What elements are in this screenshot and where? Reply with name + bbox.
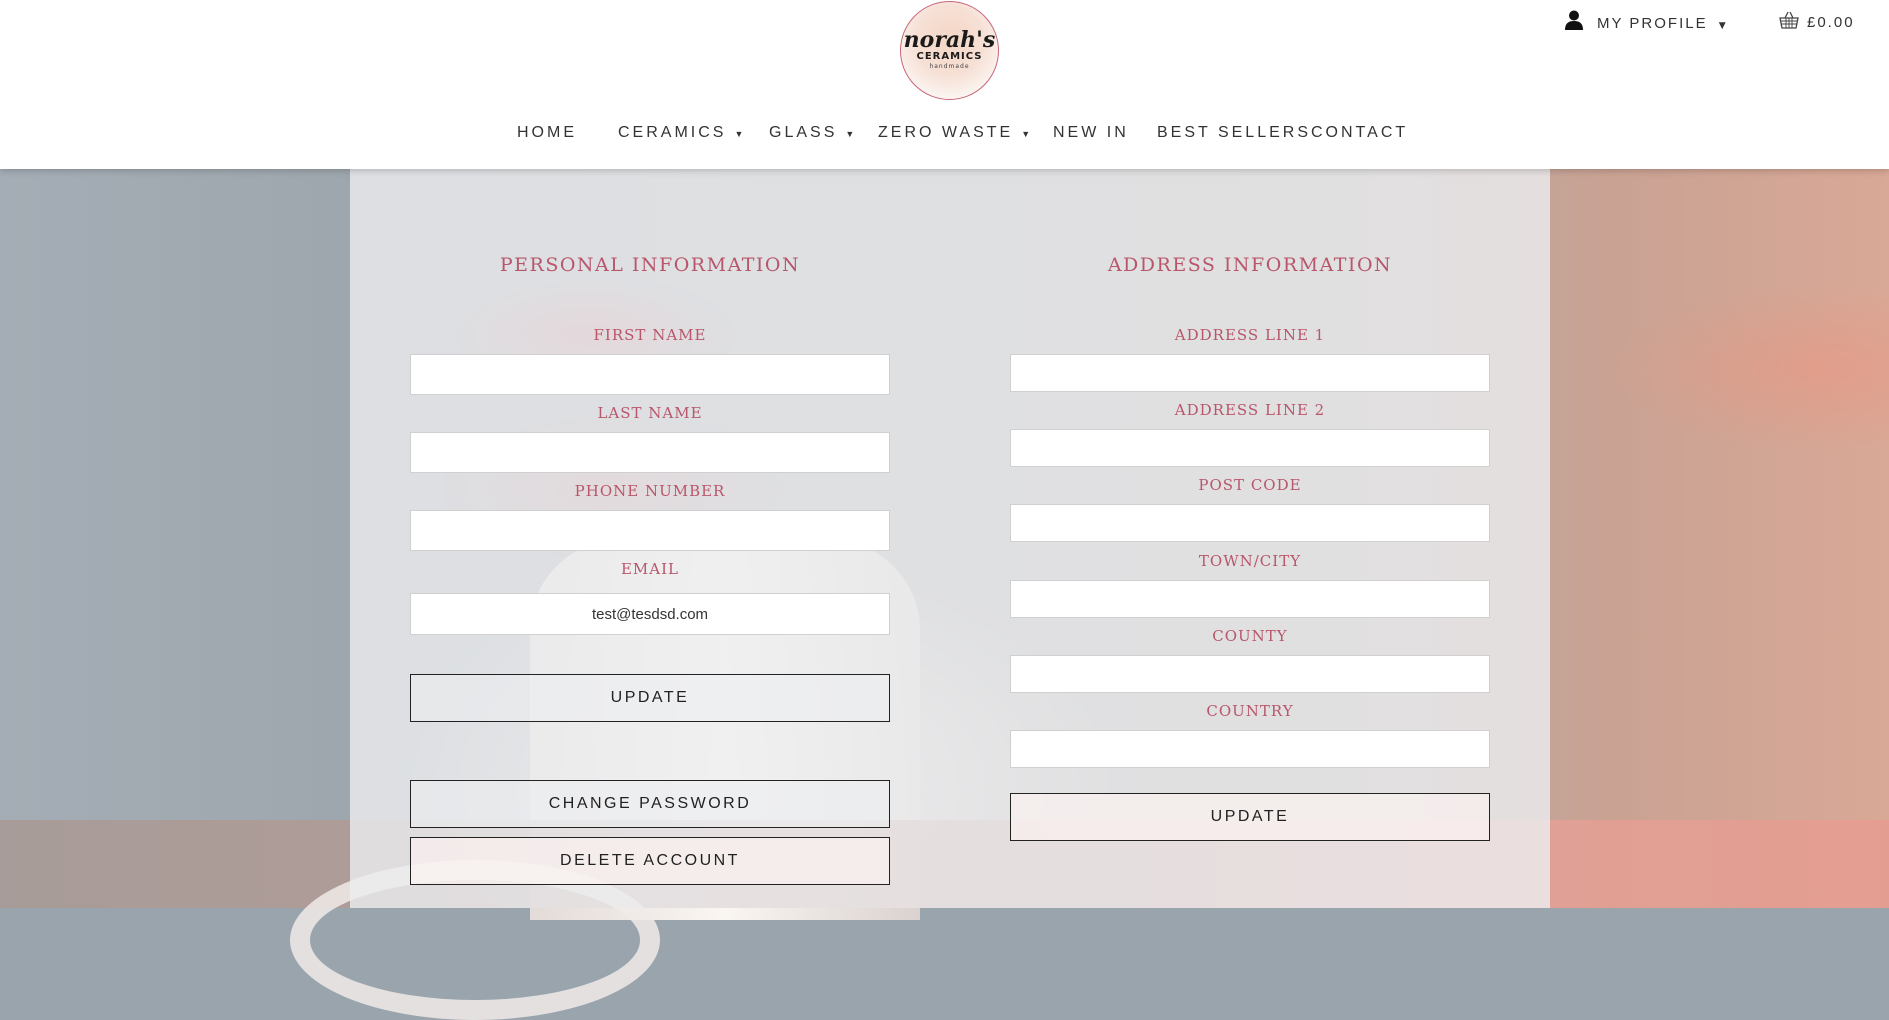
nav-ceramics-label: CERAMICS bbox=[618, 124, 727, 141]
country-label: COUNTRY bbox=[1206, 702, 1294, 720]
post-code-input[interactable] bbox=[1010, 504, 1490, 542]
last-name-label: LAST NAME bbox=[597, 404, 703, 422]
nav-new-in-label: NEW IN bbox=[1053, 124, 1129, 141]
address-information-title: ADDRESS INFORMATION bbox=[1107, 254, 1393, 276]
site-logo[interactable]: norah's CERAMICS handmade bbox=[900, 1, 999, 100]
nav-new-in[interactable]: NEW IN bbox=[1053, 124, 1129, 142]
nav-home[interactable]: HOME bbox=[517, 124, 577, 142]
email-label: EMAIL bbox=[620, 560, 680, 578]
country-input[interactable] bbox=[1010, 730, 1490, 768]
account-panel: PERSONAL INFORMATION FIRST NAME LAST NAM… bbox=[350, 169, 1550, 908]
basket-icon bbox=[1779, 11, 1799, 33]
nav-glass[interactable]: GLASS ▼ bbox=[769, 124, 857, 142]
change-password-button[interactable]: CHANGE PASSWORD bbox=[410, 780, 890, 828]
nav-home-label: HOME bbox=[517, 124, 577, 141]
personal-update-button[interactable]: UPDATE bbox=[410, 674, 890, 722]
user-icon bbox=[1565, 10, 1583, 34]
nav-zero-waste-label: ZERO WASTE bbox=[878, 124, 1014, 141]
last-name-input[interactable] bbox=[410, 432, 890, 473]
nav-contact-label: CONTACT bbox=[1311, 124, 1409, 141]
my-profile-label: MY PROFILE bbox=[1597, 14, 1708, 32]
address-line-1-input[interactable] bbox=[1010, 354, 1490, 392]
caret-down-icon: ▼ bbox=[1021, 129, 1034, 139]
logo-subtitle: CERAMICS bbox=[916, 51, 983, 62]
nav-ceramics[interactable]: CERAMICS ▼ bbox=[618, 124, 746, 142]
my-profile-menu[interactable]: MY PROFILE ▼ bbox=[1565, 10, 1726, 34]
phone-number-input[interactable] bbox=[410, 510, 890, 551]
nav-contact[interactable]: CONTACT bbox=[1311, 124, 1408, 142]
caret-down-icon: ▼ bbox=[845, 129, 858, 139]
nav-zero-waste[interactable]: ZERO WASTE ▼ bbox=[878, 124, 1033, 142]
cart-total: £0.00 bbox=[1807, 13, 1855, 31]
email-input[interactable] bbox=[410, 593, 890, 635]
phone-number-label: PHONE NUMBER bbox=[574, 482, 726, 500]
cart-button[interactable]: £0.00 bbox=[1779, 10, 1855, 34]
nav-best-sellers[interactable]: BEST SELLERS bbox=[1157, 124, 1311, 142]
address-line-1-label: ADDRESS LINE 1 bbox=[1174, 326, 1326, 344]
address-update-button[interactable]: UPDATE bbox=[1010, 793, 1490, 841]
town-city-input[interactable] bbox=[1010, 580, 1490, 618]
caret-down-icon: ▼ bbox=[734, 129, 747, 139]
caret-down-icon: ▼ bbox=[1718, 20, 1726, 31]
first-name-input[interactable] bbox=[410, 354, 890, 395]
county-input[interactable] bbox=[1010, 655, 1490, 693]
nav-best-sellers-label: BEST SELLERS bbox=[1157, 124, 1311, 141]
town-city-label: TOWN/CITY bbox=[1198, 552, 1302, 570]
main-nav: HOME CERAMICS ▼ GLASS ▼ ZERO WASTE ▼ NEW IN… bbox=[0, 124, 1889, 150]
first-name-label: FIRST NAME bbox=[593, 326, 707, 344]
logo-tagline: handmade bbox=[929, 63, 970, 70]
site-header: norah's CERAMICS handmade MY PROFILE ▼ £… bbox=[0, 0, 1889, 169]
delete-account-button[interactable]: DELETE ACCOUNT bbox=[410, 837, 890, 885]
logo-wordmark: norah's bbox=[903, 27, 996, 53]
personal-information-title: PERSONAL INFORMATION bbox=[499, 254, 801, 276]
post-code-label: POST CODE bbox=[1198, 476, 1302, 494]
address-line-2-label: ADDRESS LINE 2 bbox=[1174, 401, 1326, 419]
nav-glass-label: GLASS bbox=[769, 124, 838, 141]
county-label: COUNTY bbox=[1212, 627, 1288, 645]
address-line-2-input[interactable] bbox=[1010, 429, 1490, 467]
